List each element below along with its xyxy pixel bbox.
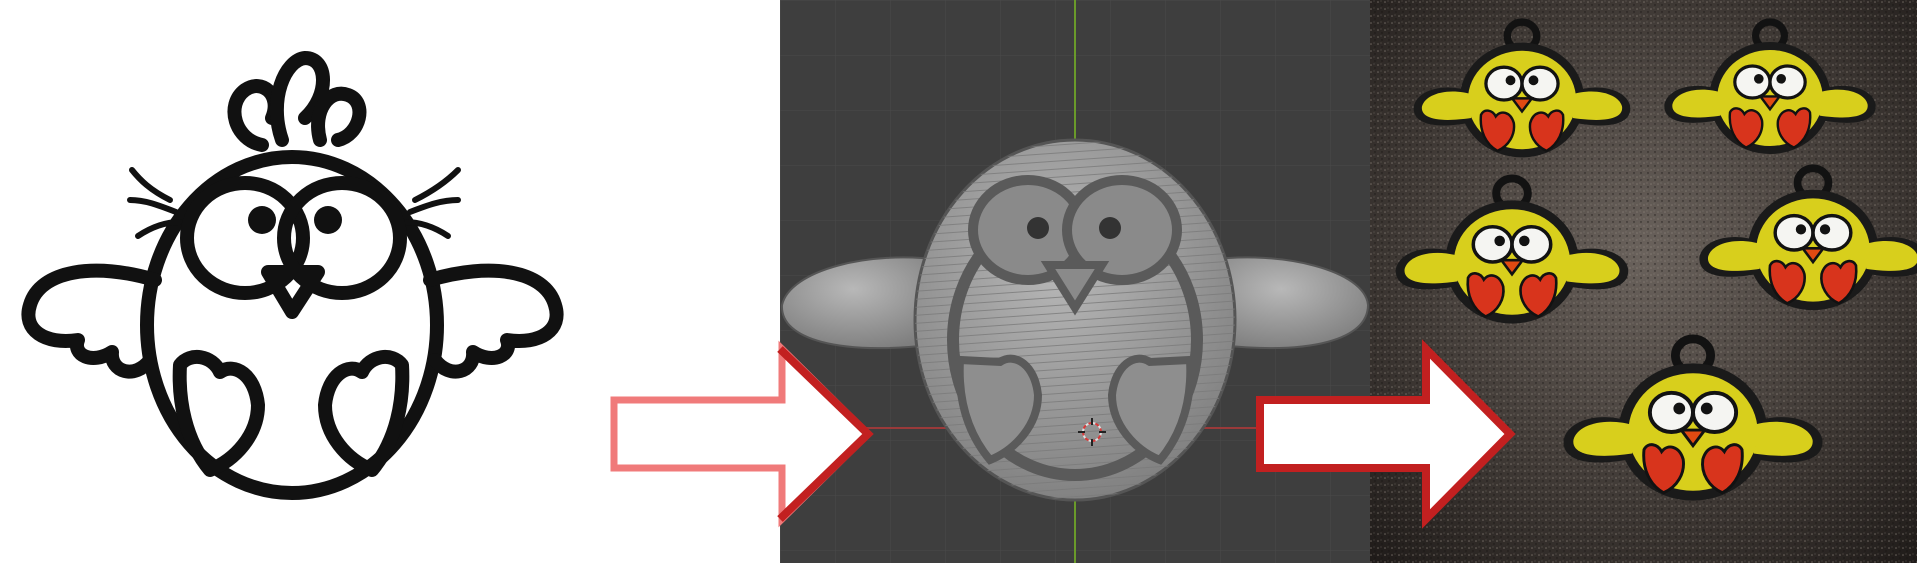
image-canvas [0,0,1917,563]
right-arrow-icon [610,340,875,528]
right-arrow-icon [1256,339,1516,529]
